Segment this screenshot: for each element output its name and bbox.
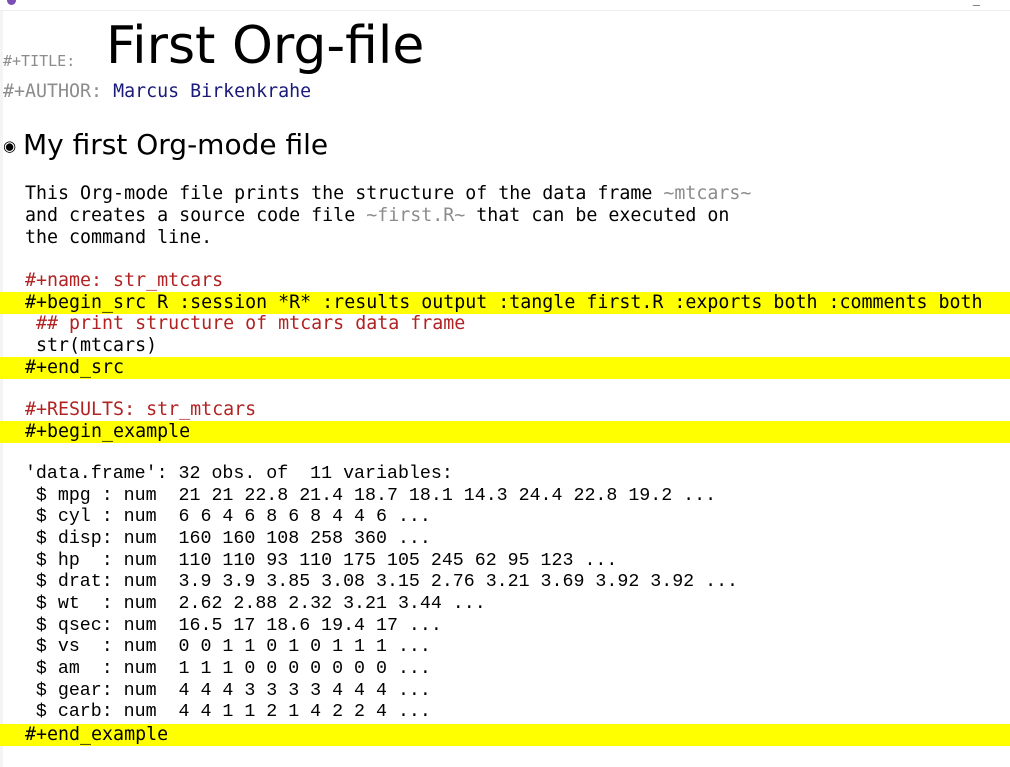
- paragraph-line: and creates a source code file ~first.R~…: [3, 205, 730, 226]
- author-line: #+AUTHOR: Marcus Birkenkrahe: [3, 81, 311, 103]
- result-line: $ gear: num 4 4 4 3 3 3 3 4 4 4 ...: [3, 681, 431, 701]
- result-line: $ mpg : num 21 21 22.8 21.4 18.7 18.1 14…: [3, 486, 717, 506]
- results-label-line: #+RESULTS: str_mtcars: [3, 399, 257, 420]
- verbatim-mtcars: ~mtcars~: [663, 183, 752, 204]
- verbatim-first-r: ~first.R~: [366, 205, 466, 226]
- window-title-bar: _: [0, 0, 1010, 11]
- result-line: $ am : num 1 1 1 0 0 0 0 0 0 0 ...: [3, 659, 431, 679]
- result-line: $ cyl : num 6 6 4 6 8 6 8 4 4 6 ...: [3, 507, 431, 527]
- heading-1[interactable]: ◉ My first Org-mode file: [3, 127, 328, 164]
- result-line: $ carb: num 4 4 1 1 2 1 4 2 2 4 ...: [3, 702, 431, 722]
- paragraph-line: This Org-mode file prints the structure …: [3, 183, 752, 204]
- src-code-line: str(mtcars): [3, 335, 158, 356]
- src-comment-line: ## print structure of mtcars data frame: [3, 313, 466, 334]
- src-end-highlight: [0, 357, 1010, 379]
- author-name: Marcus Birkenkrahe: [113, 81, 312, 102]
- result-line: $ vs : num 0 0 1 1 0 1 0 1 1 1 ...: [3, 637, 431, 657]
- src-end-line: #+end_src: [3, 357, 125, 378]
- result-line: $ disp: num 160 160 108 258 360 ...: [3, 529, 431, 549]
- minimize-button[interactable]: _: [973, 0, 980, 6]
- result-line: $ hp : num 110 110 93 110 175 105 245 62…: [3, 551, 618, 571]
- heading-text: My first Org-mode file: [23, 128, 329, 161]
- example-begin-line: #+begin_example: [3, 421, 191, 442]
- document-title: First Org-file: [106, 16, 425, 76]
- result-line: 'data.frame': 32 obs. of 11 variables:: [3, 464, 453, 484]
- author-keyword: #+AUTHOR:: [3, 81, 103, 102]
- src-name-line: #+name: str_mtcars: [3, 270, 224, 291]
- result-line: $ qsec: num 16.5 17 18.6 19.4 17 ...: [3, 616, 442, 636]
- title-keyword: #+TITLE:: [3, 52, 76, 70]
- result-line: $ drat: num 3.9 3.9 3.85 3.08 3.15 2.76 …: [3, 572, 739, 592]
- src-begin-line: #+begin_src R :session *R* :results outp…: [3, 292, 983, 313]
- example-end-line: #+end_example: [3, 724, 169, 745]
- result-line: $ wt : num 2.62 2.88 2.32 3.21 3.44 ...: [3, 594, 486, 614]
- app-icon: [7, 0, 16, 5]
- heading-bullet-icon[interactable]: ◉: [3, 128, 17, 164]
- paragraph-line: the command line.: [3, 227, 213, 248]
